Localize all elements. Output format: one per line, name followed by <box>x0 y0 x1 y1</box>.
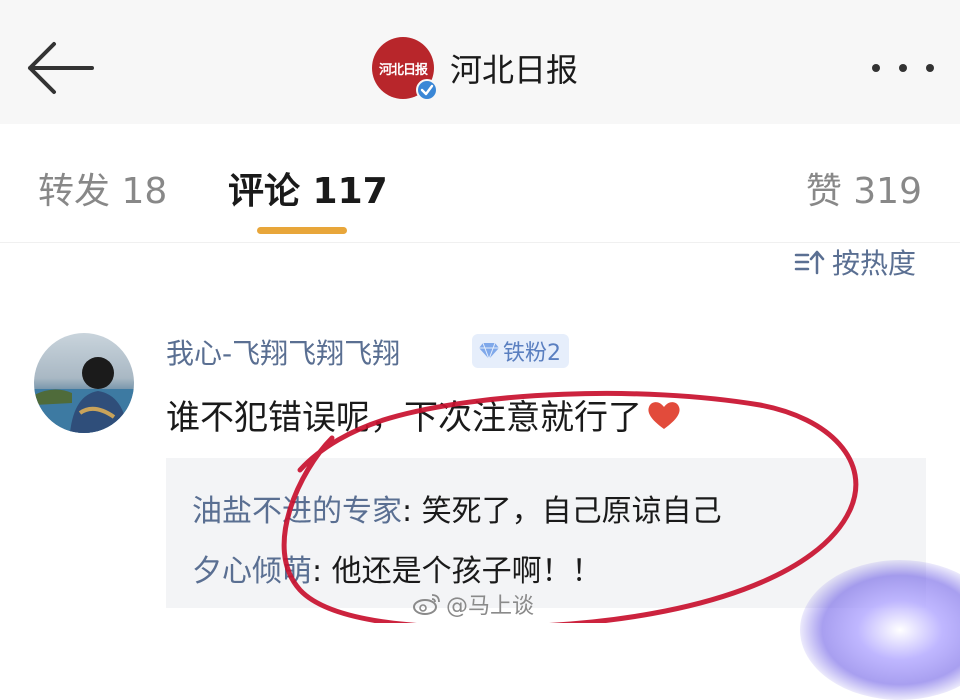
diamond-icon <box>479 342 499 360</box>
commenter-avatar[interactable] <box>34 333 134 433</box>
watermark: @马上谈 <box>412 588 534 620</box>
fan-badge-label: 铁粉2 <box>503 341 561 366</box>
reply-username[interactable]: 油盐不进的专家 <box>192 494 402 529</box>
reply-text: : 他还是个孩子啊！！ <box>312 554 602 589</box>
reply-text: : 笑死了，自己原谅自己 <box>402 494 722 529</box>
heart-emoji-icon <box>648 401 680 429</box>
top-nav-bar: 河北日报 河北日报 <box>0 0 960 125</box>
tab-like[interactable]: 赞 319 <box>806 162 922 214</box>
account-avatar[interactable]: 河北日报 <box>372 37 438 101</box>
verified-icon <box>416 79 438 101</box>
sort-label: 按热度 <box>832 247 917 280</box>
sort-toggle[interactable]: 按热度 <box>794 242 916 282</box>
reply-item: 油盐不进的专家: 笑死了，自己原谅自己 <box>192 486 722 530</box>
commenter-username[interactable]: 我心-飞翔飞翔飞翔 <box>166 332 400 372</box>
back-arrow-icon <box>28 42 94 94</box>
back-button[interactable] <box>22 38 96 98</box>
logo-text: 河北日报 <box>378 62 428 78</box>
comment-text: 谁不犯错误呢，下次注意就行了 <box>166 398 642 438</box>
more-options-button[interactable] <box>868 58 938 78</box>
sort-icon <box>794 250 825 275</box>
reply-item: 夕心倾萌: 他还是个孩子啊！！ <box>192 546 602 590</box>
tab-comment[interactable]: 评论 117 <box>228 162 388 214</box>
reply-username[interactable]: 夕心倾萌 <box>192 554 312 589</box>
tab-bar: 转发 18 评论 117 赞 319 <box>0 124 960 243</box>
fan-badge: 铁粉2 <box>472 334 569 368</box>
watermark-text: @马上谈 <box>446 594 535 619</box>
replies-box[interactable]: 油盐不进的专家: 笑死了，自己原谅自己 夕心倾萌: 他还是个孩子啊！！ <box>166 458 926 608</box>
weibo-logo-icon <box>413 594 440 615</box>
tab-repost[interactable]: 转发 18 <box>38 162 167 214</box>
active-tab-indicator <box>257 227 347 234</box>
more-dots-icon <box>872 64 934 72</box>
comment-body: 谁不犯错误呢，下次注意就行了 <box>166 390 682 439</box>
account-title[interactable]: 河北日报 河北日报 <box>372 36 579 101</box>
page-title: 河北日报 <box>450 51 579 89</box>
